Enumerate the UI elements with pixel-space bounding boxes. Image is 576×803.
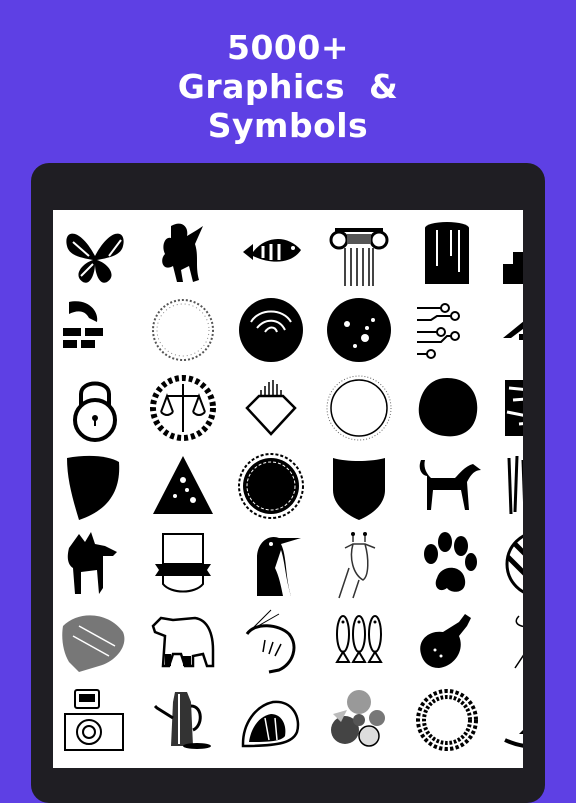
coffee-pot-icon	[153, 692, 211, 749]
abstract-scribble-icon	[514, 615, 523, 669]
grunge-circle-icon	[327, 298, 391, 362]
spirograph-ring-icon	[416, 689, 478, 751]
bear-sketch-icon	[151, 616, 215, 668]
graphic-tile[interactable]	[55, 212, 135, 292]
moose-icon	[67, 532, 117, 594]
graphic-tile[interactable]	[231, 368, 311, 448]
graphic-tile[interactable]	[143, 368, 223, 448]
headline: 5000+ Graphics & Symbols	[0, 28, 576, 145]
scalloped-seal-icon	[238, 453, 304, 519]
graphic-tile[interactable]	[55, 680, 135, 760]
circuit-lines-icon	[417, 303, 460, 359]
padlock-icon	[73, 381, 117, 442]
brush-swirl-circle-icon	[239, 298, 303, 362]
striped-circle-icon	[505, 532, 523, 596]
graphic-tile[interactable]	[143, 446, 223, 526]
ink-blob-icon	[418, 378, 478, 437]
house-swoosh-logo-icon	[504, 730, 523, 748]
graphic-tile[interactable]	[143, 680, 223, 760]
three-fish-icon	[335, 615, 383, 663]
graphic-tile[interactable]	[319, 602, 399, 682]
graphic-tile[interactable]	[495, 212, 523, 292]
graphic-tile[interactable]	[55, 446, 135, 526]
graphic-tile[interactable]	[495, 290, 523, 370]
police-shield-icon	[333, 458, 385, 520]
dotted-ring-circle-icon	[326, 375, 392, 441]
laurel-wreath-circle-icon	[152, 299, 214, 361]
fruit-pile-icon	[331, 690, 385, 747]
butterfly-icon	[66, 233, 124, 283]
house-roof-icon	[503, 321, 523, 340]
city-skyline-icon	[503, 240, 523, 284]
graphic-tile[interactable]	[407, 212, 487, 292]
graphic-tile[interactable]	[319, 368, 399, 448]
paint-can-icon	[425, 222, 469, 284]
graphic-tile[interactable]	[143, 524, 223, 604]
rearing-horse-icon	[162, 223, 203, 282]
ribbon-badge-icon	[155, 533, 211, 593]
diamond-sunburst-icon	[245, 380, 297, 436]
graphic-tile[interactable]	[231, 290, 311, 370]
graphic-tile[interactable]	[143, 290, 223, 370]
ionic-column-icon	[329, 228, 389, 286]
graphic-tile[interactable]	[55, 524, 135, 604]
graphic-tile[interactable]	[231, 524, 311, 604]
graphic-tile[interactable]	[495, 524, 523, 604]
graphic-tile[interactable]	[55, 602, 135, 682]
shrimp-icon	[245, 609, 296, 674]
graphic-tile[interactable]	[495, 680, 523, 760]
giraffe-icon	[338, 532, 376, 599]
chicken-drumstick-icon	[420, 614, 471, 668]
scales-of-justice-wreath-icon	[150, 375, 216, 441]
graphic-tile[interactable]	[407, 290, 487, 370]
graphic-tile[interactable]	[143, 212, 223, 292]
graphics-library-screen	[53, 210, 523, 768]
graphic-tile[interactable]	[407, 446, 487, 526]
headline-line-3: Symbols	[207, 106, 369, 145]
graphic-tile[interactable]	[495, 446, 523, 526]
grunge-triangle-icon	[153, 456, 213, 514]
graphic-tile[interactable]	[319, 446, 399, 526]
graphic-tile[interactable]	[319, 290, 399, 370]
graphic-tile[interactable]	[319, 524, 399, 604]
graphic-tile[interactable]	[231, 602, 311, 682]
tree-sketch-icon	[62, 615, 125, 672]
graphic-tile[interactable]	[55, 290, 135, 370]
graphic-tile[interactable]	[319, 212, 399, 292]
dog-silhouette-icon	[419, 460, 481, 510]
graphic-tile[interactable]	[319, 680, 399, 760]
brush-stroke-texture-icon	[507, 455, 523, 515]
steak-icon	[241, 700, 300, 748]
perch-fish-icon	[243, 238, 301, 262]
penguin-icon	[257, 536, 301, 596]
graphic-tile[interactable]	[495, 368, 523, 448]
headline-line-2: Graphics &	[177, 67, 399, 106]
graphic-tile[interactable]	[231, 446, 311, 526]
graphic-tile[interactable]	[407, 524, 487, 604]
grunge-texture-square-icon	[505, 380, 523, 436]
graphic-tile[interactable]	[55, 368, 135, 448]
graphic-tile[interactable]	[143, 602, 223, 682]
graphic-tile[interactable]	[231, 212, 311, 292]
graphic-tile[interactable]	[407, 680, 487, 760]
graphic-tile[interactable]	[407, 368, 487, 448]
graphic-tile[interactable]	[407, 602, 487, 682]
paw-print-icon	[424, 532, 477, 592]
graphic-tile[interactable]	[231, 680, 311, 760]
camera-icon	[64, 689, 124, 751]
house-brick-icon	[63, 301, 103, 348]
headline-line-1: 5000+	[227, 28, 349, 67]
shield-half-icon	[67, 455, 120, 520]
graphic-tile[interactable]	[495, 602, 523, 682]
